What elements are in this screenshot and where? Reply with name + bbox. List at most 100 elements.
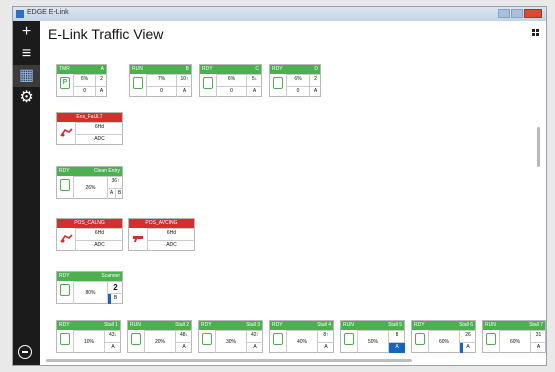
station-tile[interactable]: RDY Clean Entry 26% 36↑ A B bbox=[56, 166, 123, 199]
tile-value: 0 bbox=[146, 86, 176, 97]
station-icon bbox=[60, 179, 70, 191]
tile-percent: 6% bbox=[216, 74, 246, 86]
tile-percent: 26% bbox=[73, 176, 107, 199]
tile-count: 5↓ bbox=[246, 74, 262, 86]
tile-name: Stall 3 bbox=[246, 322, 260, 328]
tile-name: Stall 4 bbox=[317, 322, 331, 328]
station-icon bbox=[60, 284, 70, 296]
close-button[interactable] bbox=[524, 9, 542, 18]
tile-status: RDY bbox=[272, 66, 283, 72]
station-icon bbox=[486, 333, 496, 345]
tile-header: RUN Stall 5 bbox=[341, 321, 404, 330]
tile-value: A bbox=[246, 342, 263, 353]
station-tile[interactable]: RDY D 6% 2 0 A bbox=[269, 64, 321, 97]
page-title: E-Link Traffic View bbox=[48, 26, 164, 42]
tile-line: ADC bbox=[75, 134, 123, 145]
tile-count: 8↑ bbox=[317, 330, 334, 342]
tile-status: TMR bbox=[59, 66, 70, 72]
vertical-scrollbar[interactable] bbox=[536, 43, 542, 355]
minimize-button[interactable] bbox=[498, 9, 510, 18]
station-tile[interactable]: RUN Stall 5 50% 8 A bbox=[340, 320, 405, 353]
horizontal-scrollbar[interactable] bbox=[40, 357, 532, 363]
scroll-thumb[interactable] bbox=[537, 127, 540, 167]
tile-line: 6Hd bbox=[75, 122, 123, 134]
tile-header: RDY Stall 6 bbox=[412, 321, 475, 330]
station-tile[interactable]: RDY Stall 1 10% 43↓ A bbox=[56, 320, 121, 353]
station-tile[interactable]: RDY Stall 4 40% 8↑ A bbox=[269, 320, 334, 353]
tile-percent: 7% bbox=[146, 74, 176, 86]
window-title: EDGE E-Link bbox=[27, 9, 69, 16]
station-icon bbox=[344, 333, 354, 345]
tile-percent: 50% bbox=[357, 330, 388, 353]
station-tile[interactable]: RDY Stall 3 30% 42↑ A bbox=[198, 320, 263, 353]
tile-percent: 60% bbox=[428, 330, 459, 353]
gear-icon[interactable]: ⚙ bbox=[13, 87, 40, 109]
app-icon bbox=[16, 10, 24, 18]
tile-name: Ens_FaULT bbox=[76, 114, 103, 120]
station-tile[interactable]: RUN B 7% 10↑ 0 A bbox=[129, 64, 192, 97]
station-tile[interactable]: TMR A P 6% 2 0 A bbox=[56, 64, 107, 97]
tile-percent: 80% bbox=[73, 281, 107, 304]
tile-name: Stall 6 bbox=[459, 322, 473, 328]
title-bar: EDGE E-Link bbox=[13, 7, 546, 21]
tile-value: 0 bbox=[73, 86, 95, 97]
fault-tile[interactable]: POS_AVCING 6Hd ADC bbox=[128, 218, 195, 251]
station-icon: P bbox=[60, 77, 70, 89]
fault-robot-icon bbox=[60, 127, 73, 137]
tile-name: Stall 1 bbox=[104, 322, 118, 328]
tile-status: RDY bbox=[59, 168, 70, 174]
tile-percent: 10% bbox=[73, 330, 104, 353]
station-icon bbox=[202, 333, 212, 345]
scroll-thumb[interactable] bbox=[46, 359, 412, 362]
station-tile[interactable]: RDY Stall 6 60% 26 A bbox=[411, 320, 476, 353]
tile-status: RDY bbox=[202, 66, 213, 72]
tile-count: 36↑ bbox=[107, 176, 123, 188]
status-bar bbox=[108, 294, 111, 304]
tile-value: B bbox=[115, 188, 123, 199]
tile-percent: 20% bbox=[144, 330, 175, 353]
minus-circle-icon[interactable] bbox=[18, 345, 32, 359]
station-tile[interactable]: RDY C 6% 5↓ 0 A bbox=[199, 64, 262, 97]
tile-value: A bbox=[176, 86, 192, 97]
tile-name: Clean Entry bbox=[93, 168, 120, 174]
maximize-button[interactable] bbox=[511, 9, 523, 18]
tile-status: RUN bbox=[485, 322, 496, 328]
tile-count: 2 bbox=[95, 74, 107, 86]
tile-name: Stall 2 bbox=[175, 322, 189, 328]
tile-value: A bbox=[104, 342, 121, 353]
app-window: EDGE E-Link + ≡ ▦ ⚙ E-Link Traffic View … bbox=[12, 6, 547, 366]
fault-tile[interactable]: Ens_FaULT 6Hd ADC bbox=[56, 112, 123, 145]
menu-icon[interactable]: ≡ bbox=[13, 43, 40, 65]
station-icon bbox=[273, 77, 283, 89]
layout-grid-icon[interactable] bbox=[532, 29, 539, 36]
fault-tile[interactable]: POS_CALNG 6Hd ADC bbox=[56, 218, 123, 251]
tile-percent: 30% bbox=[215, 330, 246, 353]
tile-count: 8 bbox=[388, 330, 405, 342]
tile-header: RDY Scanner bbox=[57, 272, 122, 281]
tile-line: ADC bbox=[75, 240, 123, 251]
tile-name: POS_AVCING bbox=[145, 220, 178, 226]
tile-percent: 40% bbox=[286, 330, 317, 353]
station-icon bbox=[415, 333, 425, 345]
tile-header: TMR A bbox=[57, 65, 106, 74]
tile-status: RDY bbox=[414, 322, 425, 328]
tile-status: RDY bbox=[59, 322, 70, 328]
tile-line: 6Hd bbox=[75, 228, 123, 240]
station-icon bbox=[60, 333, 70, 345]
station-tile[interactable]: RUN Stall 2 20% 48↓ A bbox=[127, 320, 192, 353]
page-header: E-Link Traffic View bbox=[40, 21, 546, 43]
tile-value: 0 bbox=[216, 86, 246, 97]
tile-status: RDY bbox=[59, 273, 70, 279]
tile-status: RUN bbox=[343, 322, 354, 328]
tile-name: C bbox=[255, 66, 259, 72]
tile-header: RDY D bbox=[270, 65, 320, 74]
tile-header: RUN Stall 2 bbox=[128, 321, 191, 330]
grid-view-icon[interactable]: ▦ bbox=[13, 65, 40, 87]
plus-icon[interactable]: + bbox=[13, 21, 40, 43]
sidebar: + ≡ ▦ ⚙ bbox=[13, 21, 40, 365]
tile-header: RDY C bbox=[200, 65, 261, 74]
tile-line: 6Hd bbox=[147, 228, 195, 240]
fault-robot-icon bbox=[60, 233, 73, 243]
station-tile[interactable]: RDY Scanner 80% 2 B bbox=[56, 271, 123, 304]
station-icon bbox=[203, 77, 213, 89]
